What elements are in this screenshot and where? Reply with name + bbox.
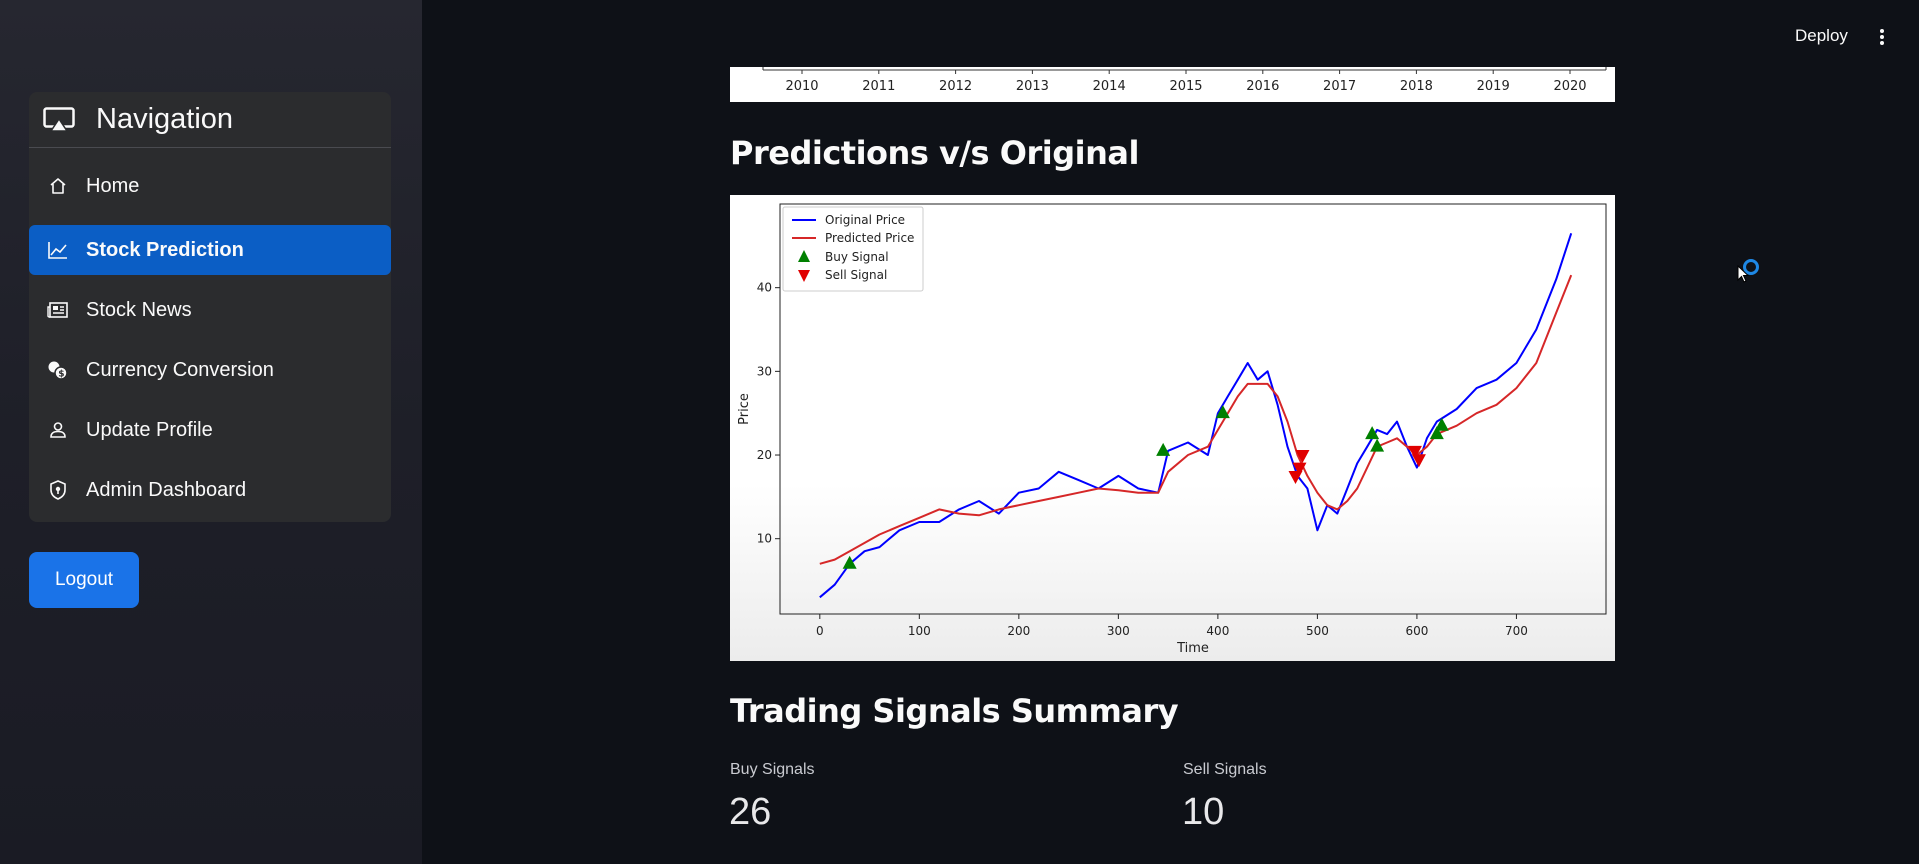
previous-chart-axis: 2010 2011 2012 2013 2014 2015 2016 2017 2018 2019…	[730, 67, 1615, 102]
buy-signals-label: Buy Signals	[730, 761, 815, 778]
svg-text:$: $	[58, 370, 64, 380]
year-tick-label: 2013	[1016, 79, 1049, 94]
sidebar-item-label: Currency Conversion	[86, 358, 274, 381]
sidebar-item-stock-prediction[interactable]: Stock Prediction	[29, 225, 391, 275]
buy-signal-marker	[1365, 426, 1380, 440]
home-icon	[47, 175, 69, 197]
predicted-price-line	[819, 274, 1573, 565]
x-tick-label: 300	[1107, 624, 1130, 638]
line-chart-icon	[47, 239, 69, 261]
logout-button[interactable]: Logout	[29, 552, 139, 608]
x-tick-label: 200	[1007, 624, 1030, 638]
legend-label: Buy Signal	[825, 250, 889, 264]
buy-signal-marker	[842, 555, 857, 569]
year-tick-label: 2017	[1323, 79, 1356, 94]
sidebar: Navigation Home Stock Prediction Stock N…	[0, 0, 422, 864]
y-tick-label: 30	[757, 364, 772, 378]
year-tick-label: 2020	[1553, 79, 1586, 94]
year-tick-label: 2011	[862, 79, 895, 94]
shield-icon	[47, 479, 69, 501]
x-tick-label: 700	[1505, 624, 1528, 638]
year-tick-label: 2012	[939, 79, 972, 94]
more-options-icon[interactable]	[1875, 26, 1889, 48]
newspaper-icon	[47, 299, 69, 321]
sidebar-item-currency-conversion[interactable]: $ Currency Conversion	[29, 345, 391, 395]
x-axis-label: Time	[1176, 641, 1209, 656]
sidebar-item-update-profile[interactable]: Update Profile	[29, 405, 391, 455]
x-tick-label: 0	[816, 624, 824, 638]
year-tick-label: 2015	[1169, 79, 1202, 94]
sidebar-item-stock-news[interactable]: Stock News	[29, 285, 391, 335]
person-icon	[47, 419, 69, 441]
buy-signal-marker	[1156, 442, 1171, 456]
buy-signals-value: 26	[729, 791, 772, 833]
year-tick-label: 2010	[785, 79, 818, 94]
predictions-chart-svg: 0 100 200 300 400 500 600 700 10 20 30 40 Time Price O…	[737, 203, 1607, 656]
sidebar-item-admin-dashboard[interactable]: Admin Dashboard	[29, 465, 391, 515]
sidebar-item-label: Stock Prediction	[86, 238, 244, 261]
x-tick-label: 500	[1306, 624, 1329, 638]
year-tick-label: 2018	[1400, 79, 1433, 94]
year-axis: 2010 2011 2012 2013 2014 2015 2016 2017 2018 2019…	[762, 67, 1607, 94]
y-axis-label: Price	[737, 393, 752, 425]
chart-legend: Original Price Predicted Price Buy Signal S…	[782, 206, 924, 292]
sidebar-item-label: Stock News	[86, 298, 192, 321]
buy-signal-marker	[1434, 417, 1449, 431]
sidebar-item-label: Update Profile	[86, 418, 213, 441]
navigation-menu: Navigation Home Stock Prediction Stock N…	[29, 92, 391, 522]
y-tick-label: 20	[757, 448, 772, 462]
year-tick-label: 2019	[1477, 79, 1510, 94]
year-tick-label: 2016	[1246, 79, 1279, 94]
deploy-button[interactable]: Deploy	[1795, 26, 1848, 46]
screen-share-icon	[43, 106, 75, 134]
x-tick-label: 600	[1405, 624, 1428, 638]
mouse-cursor-icon	[1737, 265, 1750, 283]
legend-label: Sell Signal	[825, 268, 887, 282]
navigation-title: Navigation	[96, 103, 234, 135]
sidebar-item-label: Home	[86, 174, 140, 197]
sidebar-item-label: Admin Dashboard	[86, 478, 247, 501]
summary-title: Trading Signals Summary	[730, 692, 1179, 730]
x-tick-label: 400	[1206, 624, 1229, 638]
x-tick-label: 100	[908, 624, 931, 638]
y-tick-label: 40	[757, 281, 772, 295]
original-price-line	[819, 232, 1573, 599]
coins-icon: $	[47, 359, 69, 381]
sell-signals-label: Sell Signals	[1183, 761, 1267, 778]
sidebar-item-home[interactable]: Home	[29, 161, 391, 211]
legend-label: Original Price	[825, 213, 905, 227]
sell-signals-value: 10	[1182, 791, 1225, 833]
year-tick-label: 2014	[1093, 79, 1126, 94]
predictions-title: Predictions v/s Original	[730, 134, 1139, 172]
navigation-header: Navigation	[29, 92, 391, 148]
predictions-chart: 0 100 200 300 400 500 600 700 10 20 30 40 Time Price O…	[730, 195, 1615, 661]
y-tick-label: 10	[757, 532, 772, 546]
legend-label: Predicted Price	[825, 231, 914, 245]
